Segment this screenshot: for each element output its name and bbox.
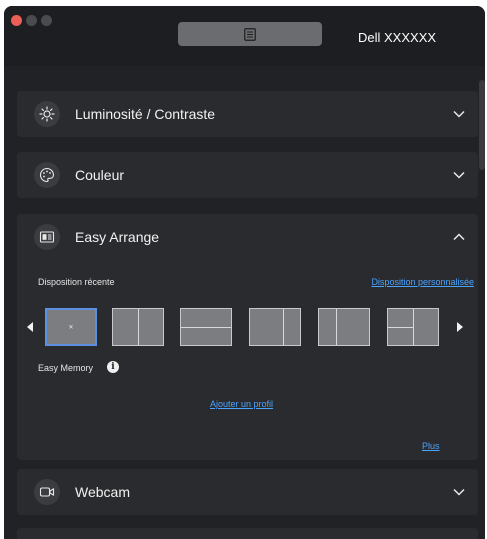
chevron-down-icon[interactable] [452, 107, 466, 121]
maximize-window-button[interactable] [41, 15, 52, 26]
layout-option-6[interactable] [387, 308, 439, 346]
divider [138, 309, 139, 345]
sun-icon [34, 101, 60, 127]
info-icon[interactable]: i [107, 361, 119, 373]
section-header[interactable]: Easy Arrange [17, 214, 478, 260]
divider [413, 309, 414, 345]
more-link[interactable]: Plus [422, 441, 440, 451]
layout-option-2[interactable] [112, 308, 164, 346]
section-header[interactable]: Webcam [17, 469, 478, 515]
close-window-button[interactable] [11, 15, 22, 26]
close-icon: × [68, 322, 74, 332]
camera-icon [34, 479, 60, 505]
arrow-right-icon[interactable] [457, 322, 463, 332]
divider [335, 309, 337, 345]
section-brightness[interactable]: Luminosité / Contraste [17, 91, 478, 137]
chevron-up-icon[interactable] [452, 230, 466, 244]
divider [283, 309, 284, 345]
layout-icon [34, 224, 60, 250]
monitor-name: Dell XXXXXX [358, 30, 437, 45]
app-window: Dell XXXXXX Luminosité / Contraste Coule… [4, 6, 485, 539]
section-color[interactable]: Couleur [17, 152, 478, 198]
chevron-down-icon[interactable] [452, 485, 466, 499]
recent-layout-label: Disposition récente [38, 277, 115, 287]
chevron-down-icon[interactable] [452, 168, 466, 182]
layout-option-1[interactable]: × [45, 308, 97, 346]
layout-option-4[interactable] [249, 308, 301, 346]
section-easy-arrange: Easy Arrange Disposition récente Disposi… [17, 214, 478, 460]
section-header[interactable]: Couleur [17, 152, 478, 198]
easy-memory-label: Easy Memory [38, 363, 94, 373]
divider [181, 327, 231, 328]
section-webcam[interactable]: Webcam [17, 469, 478, 515]
title-bar: Dell XXXXXX [4, 6, 485, 66]
list-icon [244, 27, 256, 41]
section-title: Couleur [75, 167, 125, 183]
arrow-left-icon[interactable] [27, 322, 33, 332]
menu-button[interactable] [178, 22, 322, 46]
layout-option-5[interactable] [318, 308, 370, 346]
minimize-window-button[interactable] [26, 15, 37, 26]
add-profile-link[interactable]: Ajouter un profil [210, 399, 273, 409]
section-header[interactable]: Luminosité / Contraste [17, 91, 478, 137]
layout-option-3[interactable] [180, 308, 232, 346]
custom-layout-link[interactable]: Disposition personnalisée [371, 277, 474, 287]
divider [388, 327, 413, 328]
palette-icon [34, 162, 60, 188]
section-title: Webcam [75, 484, 130, 500]
section-title: Luminosité / Contraste [75, 106, 216, 122]
section-title: Easy Arrange [75, 229, 160, 245]
section-next [17, 528, 478, 539]
scrollbar[interactable] [479, 80, 485, 170]
